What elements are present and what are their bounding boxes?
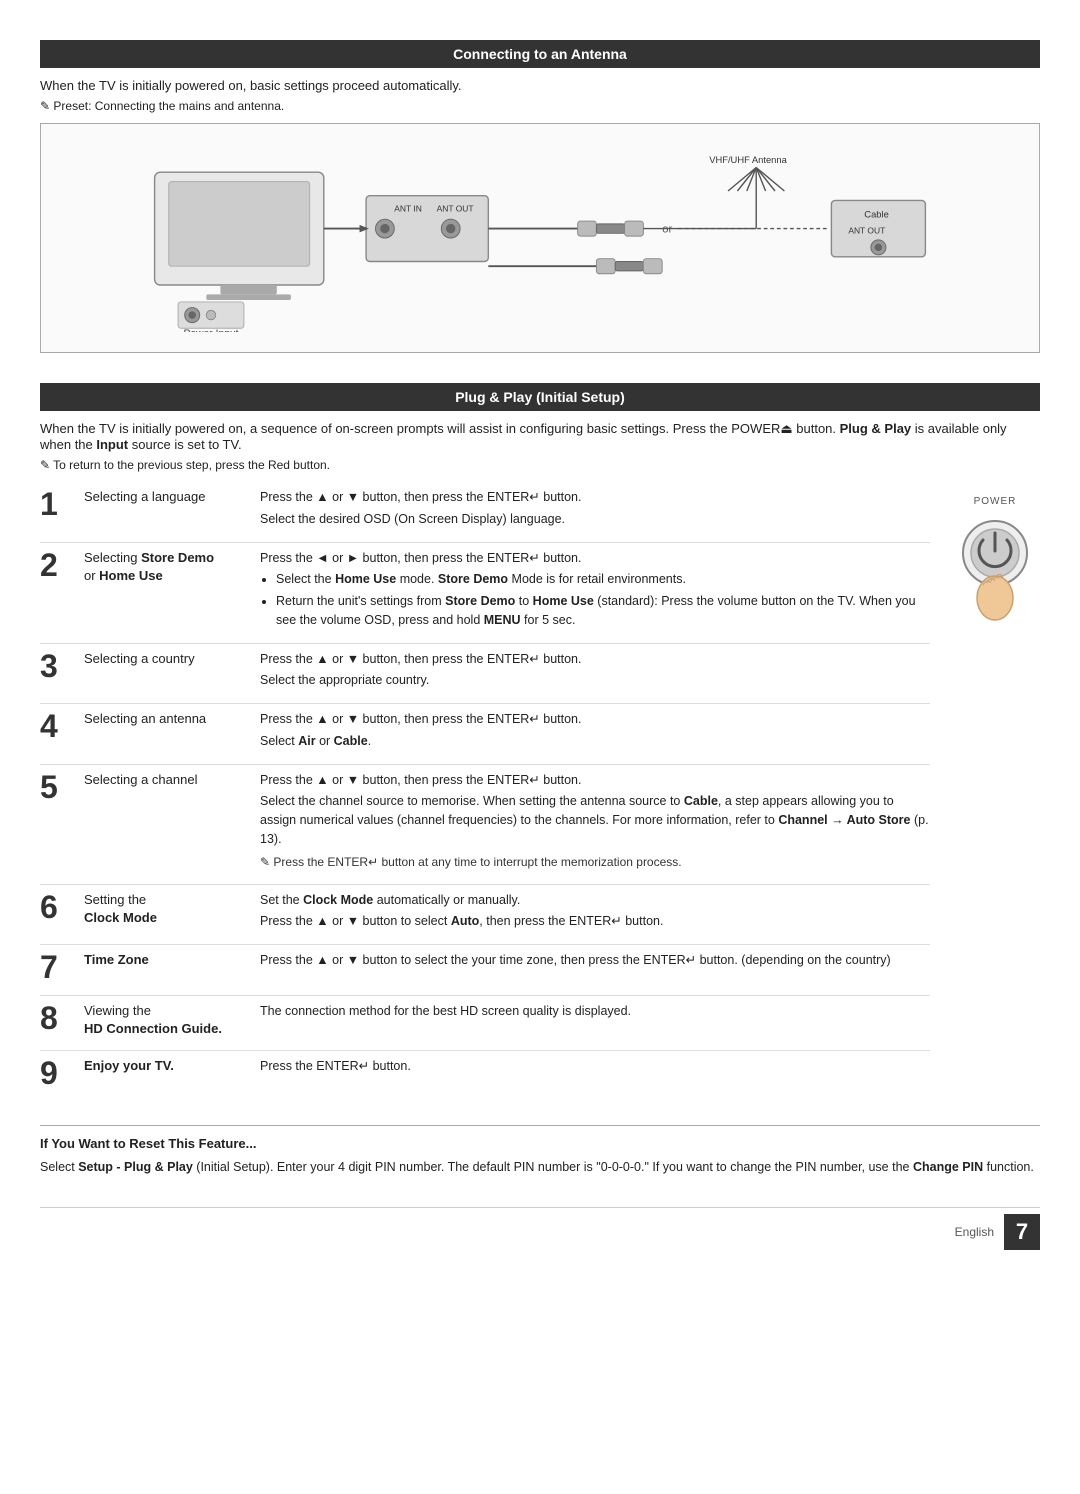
step-num-3: 3: [40, 648, 80, 682]
power-label: POWER: [974, 496, 1017, 507]
step-num-4: 4: [40, 708, 80, 742]
step-num-2: 2: [40, 547, 80, 581]
step-name-7: Time Zone: [80, 949, 260, 971]
step-num-5: 5: [40, 769, 80, 803]
svg-text:VHF/UHF Antenna: VHF/UHF Antenna: [709, 154, 787, 165]
step-name-6: Setting theClock Mode: [80, 889, 260, 929]
step-name-9: Enjoy your TV.: [80, 1055, 260, 1077]
step-desc-9: Press the ENTER↵ button.: [260, 1055, 930, 1079]
steps-container: 1 Selecting a language Press the ▲ or ▼ …: [40, 486, 1040, 1101]
plug-intro: When the TV is initially powered on, a s…: [40, 421, 1040, 452]
reset-section: If You Want to Reset This Feature... Sel…: [40, 1125, 1040, 1177]
antenna-note: ✎ Preset: Connecting the mains and anten…: [40, 99, 1040, 113]
reset-text: Select Setup - Plug & Play (Initial Setu…: [40, 1157, 1040, 1177]
step-name-8: Viewing theHD Connection Guide.: [80, 1000, 260, 1040]
steps-table: 1 Selecting a language Press the ▲ or ▼ …: [40, 486, 930, 1101]
step-num-9: 9: [40, 1055, 80, 1089]
antenna-diagram-svg: Power Input ANT IN ANT OUT: [61, 144, 1019, 332]
plug-header: Plug & Play (Initial Setup): [40, 383, 1040, 411]
plug-note: ✎ To return to the previous step, press …: [40, 458, 1040, 472]
antenna-diagram: Power Input ANT IN ANT OUT: [40, 123, 1040, 353]
step-row-7: 7 Time Zone Press the ▲ or ▼ button to s…: [40, 949, 930, 985]
footer-page-number: 7: [1004, 1214, 1040, 1250]
step-row-1: 1 Selecting a language Press the ▲ or ▼ …: [40, 486, 930, 532]
page-footer: English 7: [40, 1207, 1040, 1250]
antenna-intro: When the TV is initially powered on, bas…: [40, 78, 1040, 93]
step-num-6: 6: [40, 889, 80, 923]
step-name-4: Selecting an antenna: [80, 708, 260, 730]
step-name-1: Selecting a language: [80, 486, 260, 508]
step-row-8: 8 Viewing theHD Connection Guide. The co…: [40, 1000, 930, 1040]
antenna-header: Connecting to an Antenna: [40, 40, 1040, 68]
svg-text:ANT IN: ANT IN: [394, 204, 422, 214]
step-name-2: Selecting Store Demoor Home Use: [80, 547, 260, 587]
step-desc-2: Press the ◄ or ► button, then press the …: [260, 547, 930, 633]
svg-text:ANT OUT: ANT OUT: [437, 204, 474, 214]
step-desc-5: Press the ▲ or ▼ button, then press the …: [260, 769, 930, 874]
svg-text:Cable: Cable: [864, 208, 889, 219]
antenna-section: Connecting to an Antenna When the TV is …: [40, 40, 1040, 353]
step-num-7: 7: [40, 949, 80, 983]
step-name-5: Selecting a channel: [80, 769, 260, 791]
step-desc-4: Press the ▲ or ▼ button, then press the …: [260, 708, 930, 754]
step-desc-1: Press the ▲ or ▼ button, then press the …: [260, 486, 930, 532]
step-row-4: 4 Selecting an antenna Press the ▲ or ▼ …: [40, 708, 930, 754]
svg-text:ANT OUT: ANT OUT: [848, 225, 885, 235]
svg-text:or: or: [662, 223, 672, 235]
step-desc-8: The connection method for the best HD sc…: [260, 1000, 930, 1024]
step-row-2: 2 Selecting Store Demoor Home Use Press …: [40, 547, 930, 633]
step-desc-3: Press the ▲ or ▼ button, then press the …: [260, 648, 930, 694]
step-desc-6: Set the Clock Mode automatically or manu…: [260, 889, 930, 935]
step-name-3: Selecting a country: [80, 648, 260, 670]
page-container: 01 Getting Started Connecting to an Ante…: [40, 0, 1040, 1290]
step-row-9: 9 Enjoy your TV. Press the ENTER↵ button…: [40, 1055, 930, 1091]
svg-text:Power Input: Power Input: [183, 329, 238, 332]
power-area: POWER: [950, 486, 1040, 1101]
step-row-6: 6 Setting theClock Mode Set the Clock Mo…: [40, 889, 930, 935]
step-desc-7: Press the ▲ or ▼ button to select the yo…: [260, 949, 930, 973]
step-num-8: 8: [40, 1000, 80, 1034]
step-row-3: 3 Selecting a country Press the ▲ or ▼ b…: [40, 648, 930, 694]
power-button-svg: [955, 513, 1035, 623]
step-row-5: 5 Selecting a channel Press the ▲ or ▼ b…: [40, 769, 930, 874]
reset-title: If You Want to Reset This Feature...: [40, 1136, 1040, 1151]
footer-language: English: [955, 1225, 994, 1239]
plug-section: Plug & Play (Initial Setup) When the TV …: [40, 383, 1040, 1101]
step-num-1: 1: [40, 486, 80, 520]
